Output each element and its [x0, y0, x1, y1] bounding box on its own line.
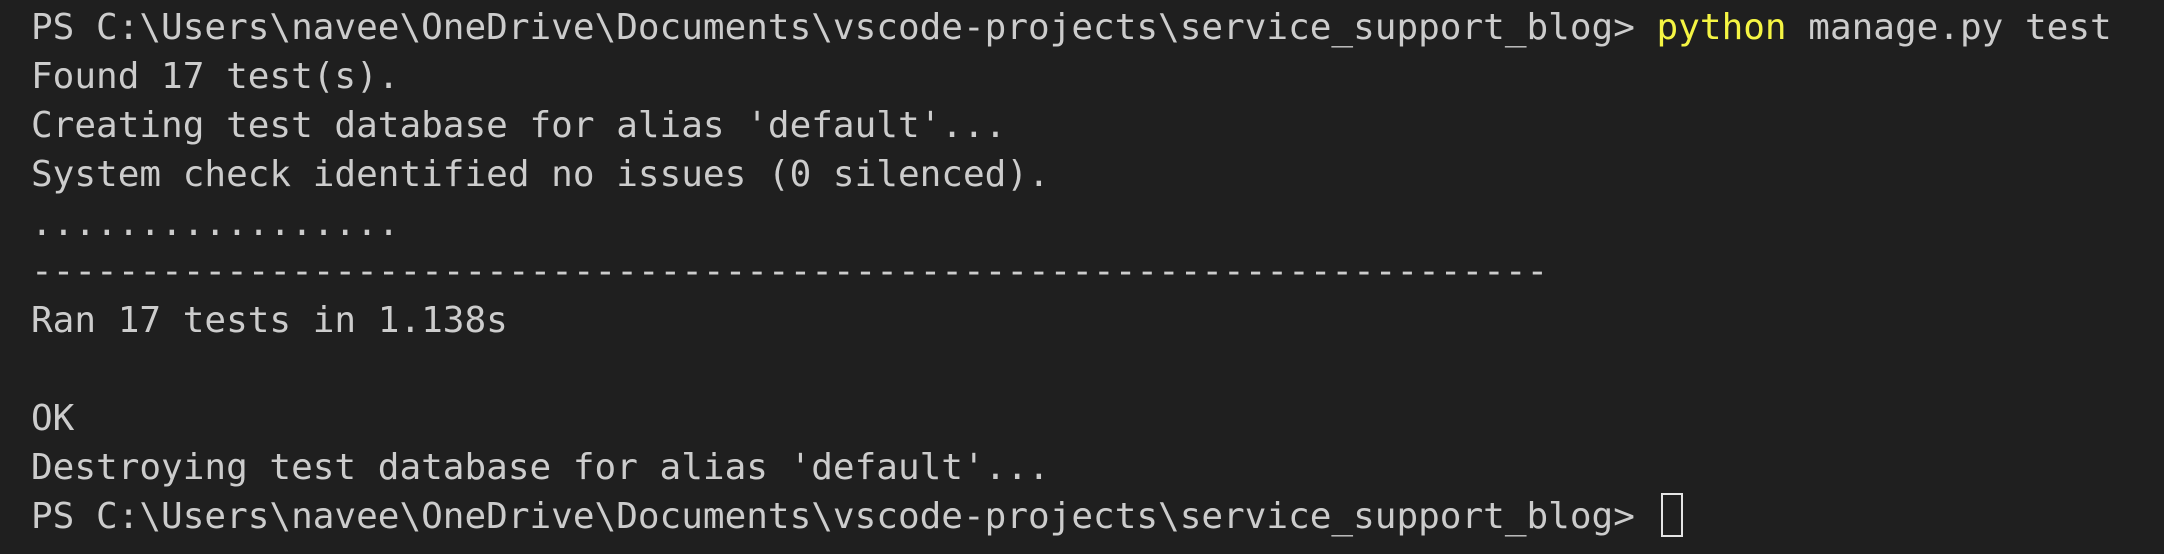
input-line[interactable]: PS C:\Users\navee\OneDrive\Documents\vsc…: [31, 492, 2164, 542]
terminal-window[interactable]: PS C:\Users\navee\OneDrive\Documents\vsc…: [0, 0, 2164, 554]
output-line-system-check: System check identified no issues (0 sil…: [31, 153, 1050, 195]
output-line-blank: [31, 346, 2164, 395]
output-line-found: Found 17 test(s).: [31, 55, 400, 97]
command-keyword: python: [1656, 7, 1787, 48]
output-line-ran-tests: Ran 17 tests in 1.138s: [31, 300, 508, 342]
command-args: manage.py test: [1786, 7, 2112, 48]
output-line-test-dots: .................: [31, 202, 400, 244]
output-line-creating-db: Creating test database for alias 'defaul…: [31, 104, 1007, 146]
output-line-destroying-db: Destroying test database for alias 'defa…: [31, 447, 1050, 489]
output-line-separator: ----------------------------------------…: [31, 251, 1549, 293]
prompt-path: PS C:\Users\navee\OneDrive\Documents\vsc…: [31, 7, 1657, 48]
command-line: PS C:\Users\navee\OneDrive\Documents\vsc…: [31, 4, 2164, 53]
text-cursor[interactable]: [1660, 492, 1683, 537]
output-line-ok: OK: [31, 398, 75, 440]
final-prompt-path: PS C:\Users\navee\OneDrive\Documents\vsc…: [31, 495, 1657, 537]
